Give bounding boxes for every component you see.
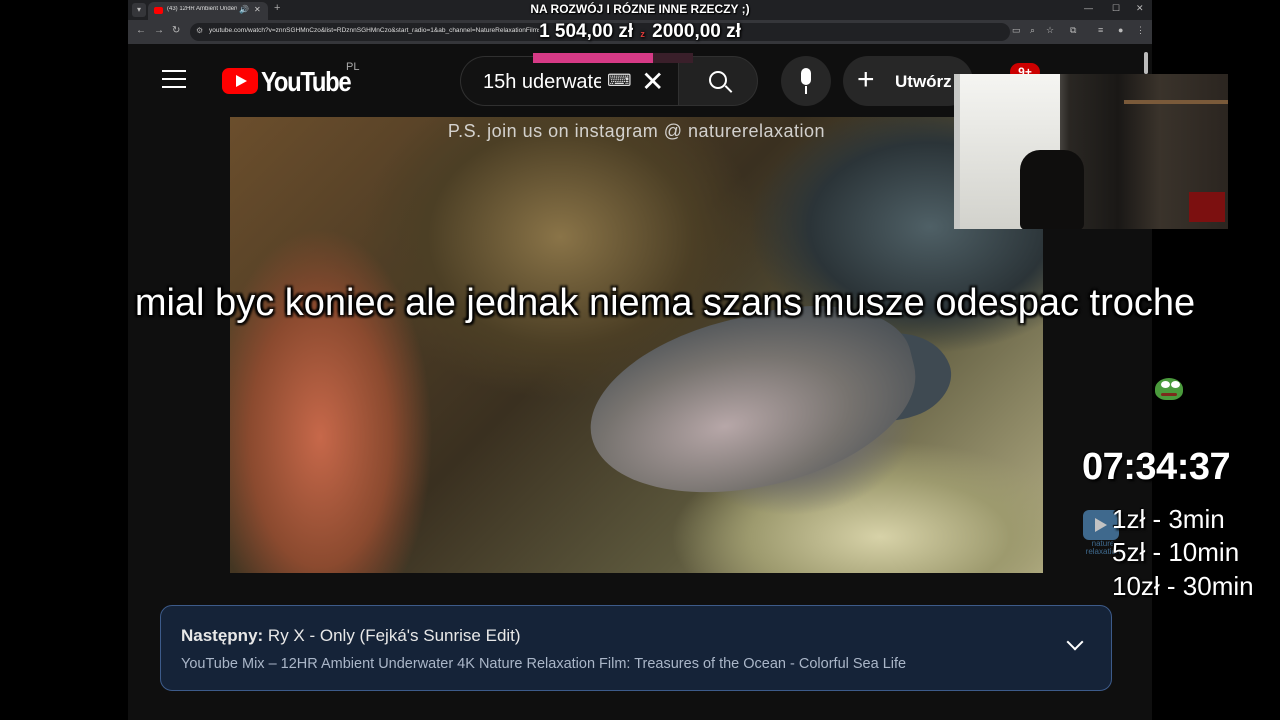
pepe-emote-icon (1153, 376, 1183, 402)
video-player[interactable]: P.S. join us on instagram @ naturerelaxa… (230, 117, 1043, 573)
menu-icon[interactable] (162, 70, 186, 90)
webcam-overlay (954, 74, 1228, 229)
webcam-shelf (1124, 100, 1228, 104)
search-button[interactable] (678, 56, 758, 106)
youtube-logo-icon[interactable] (222, 68, 258, 94)
rate-line: 1zł - 3min (1112, 504, 1225, 534)
stream-timer: 07:34:37 (1082, 446, 1231, 488)
up-next-title-line[interactable]: Następny: Ry X - Only (Fejká's Sunrise E… (181, 626, 521, 646)
stream-subtitle: mial byc koniec ale jednak niema szans m… (134, 282, 1196, 324)
chevron-down-icon[interactable] (1066, 633, 1084, 651)
scroll-thumb[interactable] (1144, 52, 1148, 74)
up-next-label: Następny: (181, 626, 264, 645)
webcam-chair (1020, 150, 1084, 229)
webcam-object (1189, 192, 1225, 222)
rate-line: 5zł - 10min (1112, 537, 1240, 567)
keyboard-icon[interactable]: ⌨ (607, 71, 632, 91)
search-query[interactable]: 15h uderwater (483, 71, 601, 94)
donation-separator: z (640, 29, 645, 39)
plus-icon: + (857, 63, 875, 96)
youtube-wordmark[interactable]: YouTube (261, 66, 352, 98)
video-watermark: P.S. join us on instagram @ naturerelaxa… (447, 121, 826, 141)
clear-icon[interactable]: ✕ (641, 65, 664, 98)
country-code: PL (346, 61, 360, 73)
donation-goal: 2000,00 zł (652, 21, 741, 42)
up-next-playlist: YouTube Mix – 12HR Ambient Underwater 4K… (181, 656, 907, 672)
search-input[interactable]: 15h uderwater ⌨ ✕ (460, 56, 678, 106)
donation-amounts: 1 504,00 zł z 2000,00 zł (0, 21, 1280, 43)
donation-goal-title: NA ROZWÓJ I RÓZNE INNE RZECZY ;) (530, 2, 750, 16)
up-next-card[interactable]: Następny: Ry X - Only (Fejká's Sunrise E… (160, 605, 1112, 691)
up-next-title: Ry X - Only (Fejká's Sunrise Edit) (267, 626, 521, 645)
donation-progress-fill (533, 53, 654, 63)
donation-current: 1 504,00 zł (539, 21, 634, 42)
rate-line: 10zł - 30min (1112, 571, 1254, 601)
donation-progress-bar (533, 53, 693, 63)
create-label: Utwórz (895, 72, 952, 91)
voice-search-button[interactable] (781, 56, 831, 106)
mic-icon (801, 68, 811, 85)
